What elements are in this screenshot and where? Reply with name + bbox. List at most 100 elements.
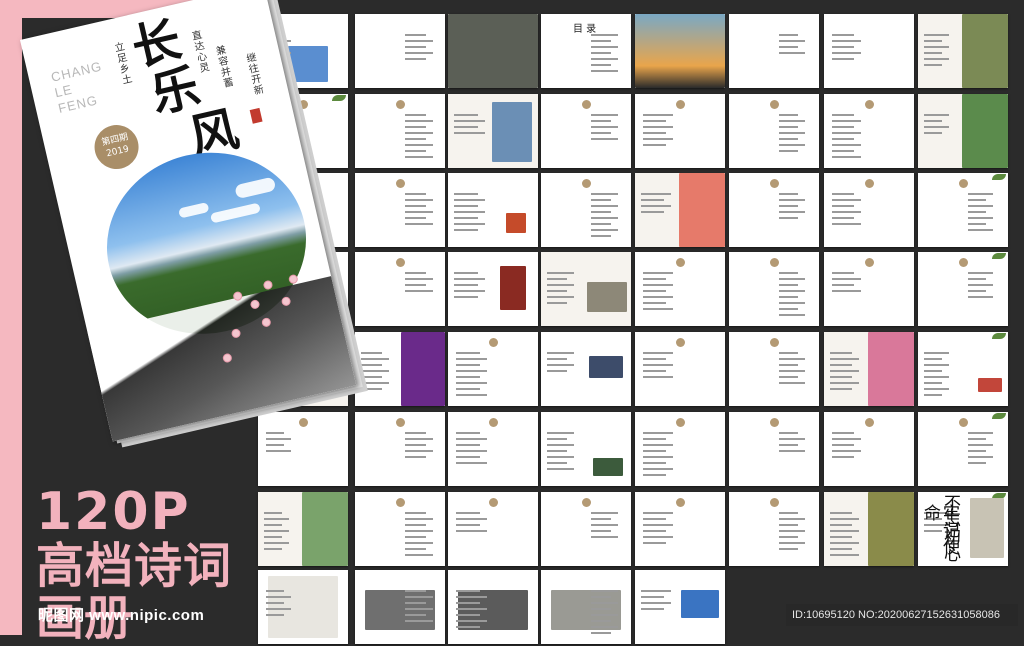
page-ornament-icon: [675, 498, 685, 507]
text-line: [924, 376, 949, 378]
text-line: [968, 272, 993, 274]
text-line: [405, 554, 433, 556]
text-line: [641, 205, 671, 207]
text-line: [924, 358, 942, 360]
text-line: [643, 524, 673, 526]
page-ornament-icon: [769, 498, 779, 507]
text-line: [832, 278, 861, 280]
page-thumbnail: [918, 14, 1008, 88]
text-line: [456, 456, 480, 458]
text-line: [456, 530, 487, 532]
page-thumbnail: 不忘初心 牢记使命: [918, 492, 1008, 566]
text-line: [591, 114, 618, 116]
text-line: [405, 432, 426, 434]
page-thumbnail: [355, 412, 445, 486]
cover-motto: 立足乡土: [111, 41, 132, 87]
text-line: [830, 512, 852, 514]
text-line: [405, 456, 426, 458]
text-line: [591, 602, 618, 604]
page-thumbnail: [541, 173, 631, 247]
image-id-bar: ID:10695120 NO:20200627152631058086: [786, 604, 1018, 626]
text-line: [454, 126, 478, 128]
text-line: [643, 308, 673, 310]
page-thumbnail: [824, 173, 914, 247]
text-line: [264, 518, 289, 520]
text-line: [405, 596, 433, 598]
page-ornament-icon: [769, 258, 779, 267]
text-line: [405, 272, 426, 274]
text-line: [264, 524, 282, 526]
text-line: [830, 376, 852, 378]
text-line: [779, 530, 805, 532]
page-ornament-icon: [488, 338, 498, 347]
text-line: [266, 432, 284, 434]
text-line: [832, 144, 861, 146]
text-line: [547, 468, 574, 470]
page-thumbnail: [355, 570, 445, 644]
text-line: [643, 272, 673, 274]
text-line: [832, 223, 861, 225]
cloud: [234, 176, 277, 200]
text-line: [405, 126, 426, 128]
text-line: [830, 542, 859, 544]
text-line: [643, 530, 666, 532]
page-thumbnail: [824, 412, 914, 486]
text-line: [643, 126, 673, 128]
text-line: [968, 450, 986, 452]
text-line: [779, 120, 805, 122]
text-line: [643, 278, 666, 280]
text-line: [779, 358, 805, 360]
text-line: [643, 138, 673, 140]
text-line: [547, 432, 574, 434]
text-line: [643, 302, 666, 304]
page-thumbnail: [729, 173, 819, 247]
text-line: [591, 52, 611, 54]
text-line: [643, 376, 673, 378]
text-line: [456, 614, 480, 616]
page-ornament-icon: [769, 179, 779, 188]
text-line: [830, 370, 859, 372]
text-line: [405, 438, 433, 440]
text-line: [924, 58, 949, 60]
page-ornament-icon: [958, 418, 968, 427]
text-line: [779, 432, 798, 434]
text-line: [454, 132, 485, 134]
text-line: [779, 352, 798, 354]
text-line: [591, 120, 611, 122]
text-line: [968, 438, 986, 440]
text-line: [924, 120, 942, 122]
page-ornament-icon: [581, 100, 591, 109]
page-thumbnail: [258, 570, 348, 644]
page-ornament-icon: [395, 179, 405, 188]
text-line: [405, 620, 433, 622]
text-line: [456, 590, 480, 592]
page-ornament-icon: [864, 100, 874, 109]
text-line: [405, 614, 426, 616]
text-line: [591, 512, 618, 514]
text-line: [643, 518, 666, 520]
text-line: [643, 462, 666, 464]
text-line: [643, 120, 666, 122]
text-line: [832, 272, 854, 274]
text-line: [779, 382, 805, 384]
text-line: [830, 554, 859, 556]
text-line: [924, 64, 942, 66]
text-line: [968, 284, 993, 286]
text-line: [779, 211, 805, 213]
text-line: [924, 34, 949, 36]
text-line: [454, 290, 485, 292]
text-line: [264, 548, 282, 550]
page-thumbnail: [918, 173, 1008, 247]
page-thumbnail: [258, 492, 348, 566]
page-thumbnail: [355, 332, 445, 406]
page-ornament-icon: [395, 100, 405, 109]
text-line: [405, 52, 433, 54]
page-ornament-icon: [581, 498, 591, 507]
page-ornament-icon: [769, 338, 779, 347]
text-line: [779, 193, 798, 195]
page-thumbnail: [355, 252, 445, 326]
text-line: [454, 114, 478, 116]
text-line: [456, 382, 487, 384]
text-line: [456, 444, 480, 446]
text-line: [641, 590, 671, 592]
